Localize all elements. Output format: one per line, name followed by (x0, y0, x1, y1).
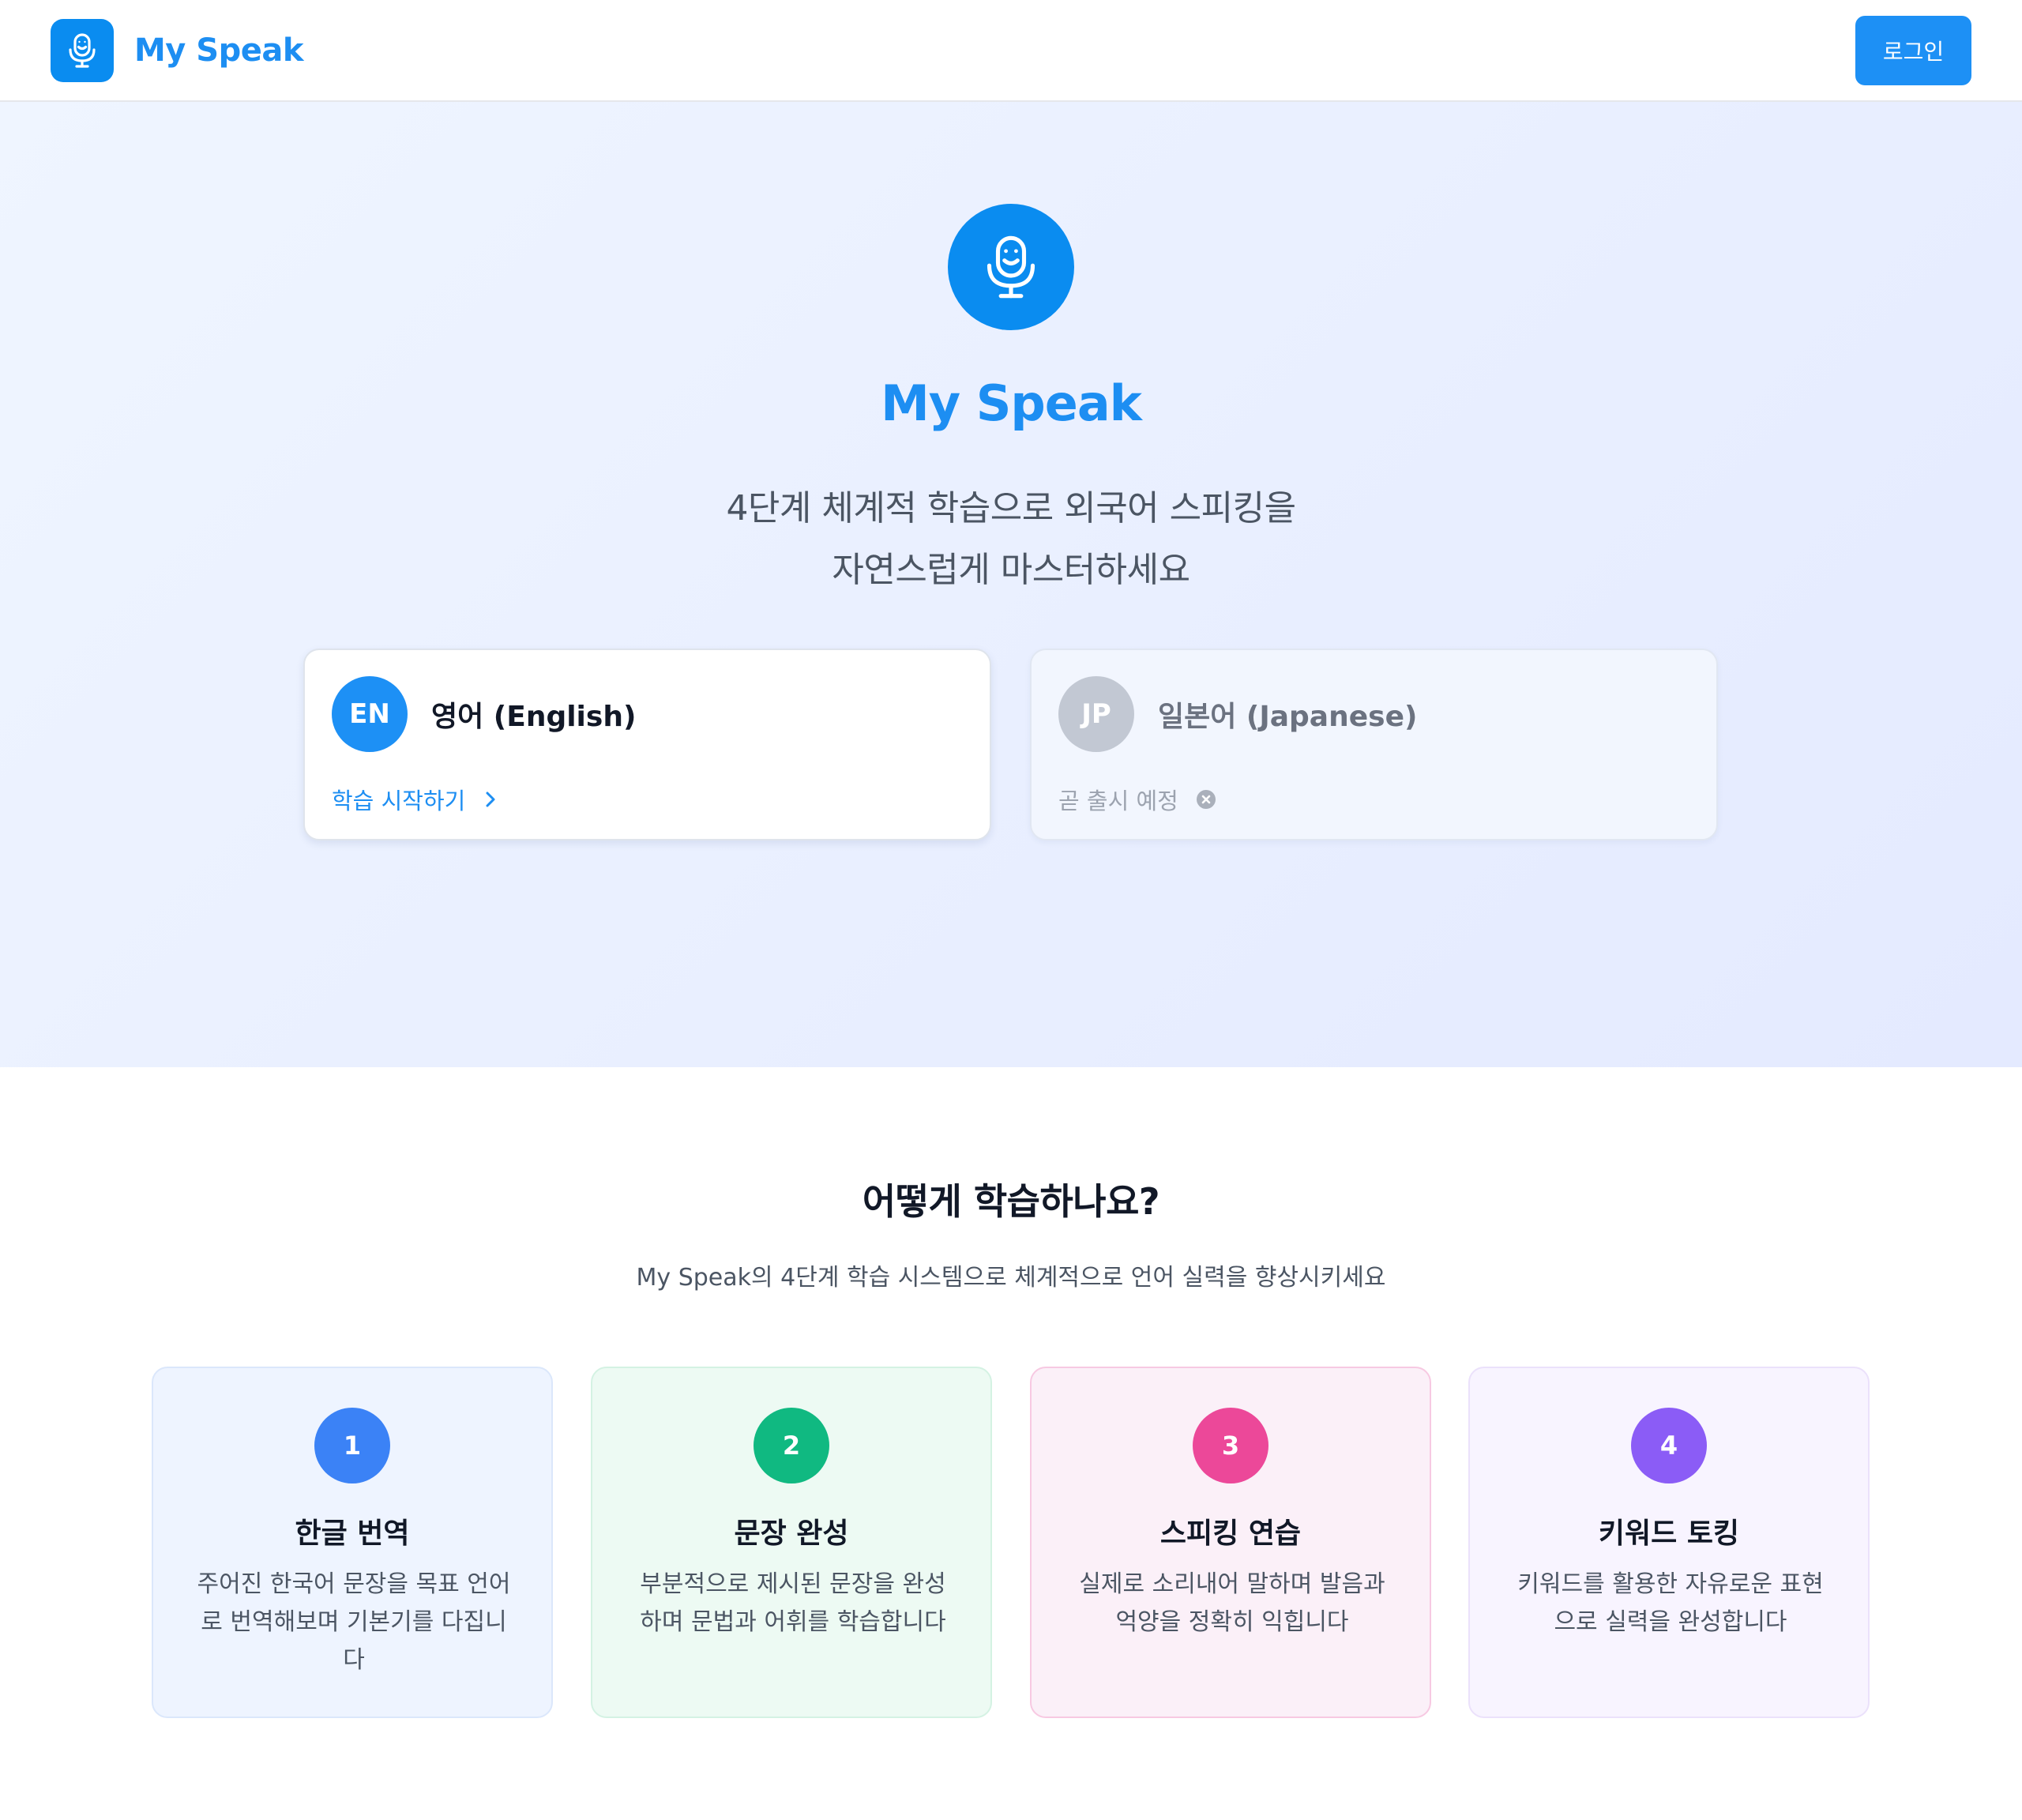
coming-soon-label: 곧 출시 예정 (1058, 788, 1178, 814)
step-description-line: 으로 실력을 완성합니다 (1554, 1608, 1787, 1636)
step-description: 키워드를 활용한 자유로운 표현 으로 실력을 완성합니다 (1509, 1566, 1832, 1641)
step-title: 한글 번역 (295, 1517, 410, 1550)
close-circle-icon (1196, 789, 1216, 810)
chevron-right-icon (483, 790, 498, 809)
start-learning-label: 학습 시작하기 (332, 788, 466, 814)
start-learning-link[interactable]: 학습 시작하기 (332, 783, 498, 816)
brand[interactable]: My Speak (51, 19, 303, 82)
brand-name: My Speak (134, 32, 303, 69)
step-description-line: 억양을 정확히 익힙니다 (1115, 1608, 1349, 1636)
step-number-badge: 4 (1631, 1408, 1707, 1483)
how-subtitle: My Speak의 4단계 학습 시스템으로 체계적으로 언어 실력을 향상시키… (636, 1264, 1386, 1292)
step-description-line: 키워드를 활용한 자유로운 표현 (1517, 1570, 1824, 1598)
language-badge-en: EN (332, 676, 408, 752)
language-card-japanese: JP 일본어 (Japanese) 곧 출시 예정 (1030, 649, 1718, 840)
step-description: 부분적으로 제시된 문장을 완성 하며 문법과 어휘를 학습합니다 (632, 1566, 954, 1641)
step-description-line: 하며 문법과 어휘를 학습합니다 (640, 1608, 946, 1636)
step-description: 주어진 한국어 문장을 목표 언어 로 번역해보며 기본기를 다집니 다 (193, 1566, 515, 1679)
microphone-smile-icon (51, 19, 114, 82)
step-description-line: 다 (343, 1646, 365, 1674)
step-card-translation: 1 한글 번역 주어진 한국어 문장을 목표 언어 로 번역해보며 기본기를 다… (152, 1367, 553, 1718)
microphone-smile-icon (948, 204, 1074, 330)
top-header: My Speak 로그인 (0, 0, 2022, 102)
step-title: 스피킹 연습 (1159, 1517, 1302, 1550)
language-name-english: 영어 (English) (431, 701, 637, 733)
step-title: 키워드 토킹 (1598, 1517, 1740, 1550)
login-button[interactable]: 로그인 (1855, 16, 1971, 85)
step-card-keyword-talking: 4 키워드 토킹 키워드를 활용한 자유로운 표현 으로 실력을 완성합니다 (1468, 1367, 1870, 1718)
step-number-badge: 2 (754, 1408, 829, 1483)
how-title: 어떻게 학습하나요? (862, 1180, 1160, 1223)
hero-subtitle-line1: 4단계 체계적 학습으로 외국어 스피킹을 (726, 488, 1296, 528)
step-description-line: 주어진 한국어 문장을 목표 언어 (197, 1570, 511, 1598)
hero-title: My Speak (881, 374, 1142, 432)
step-description-line: 부분적으로 제시된 문장을 완성 (640, 1570, 946, 1598)
hero-section: My Speak 4단계 체계적 학습으로 외국어 스피킹을 자연스럽게 마스터… (0, 102, 2022, 1067)
step-description-line: 실제로 소리내어 말하며 발음과 (1079, 1570, 1385, 1598)
step-description-line: 로 번역해보며 기본기를 다집니 (201, 1608, 507, 1636)
step-card-sentence-completion: 2 문장 완성 부분적으로 제시된 문장을 완성 하며 문법과 어휘를 학습합니… (591, 1367, 992, 1718)
language-card-english[interactable]: EN 영어 (English) 학습 시작하기 (303, 649, 991, 840)
hero-subtitle-line2: 자연스럽게 마스터하세요 (832, 550, 1190, 590)
language-name-japanese: 일본어 (Japanese) (1158, 701, 1418, 733)
step-title: 문장 완성 (734, 1517, 849, 1550)
step-card-speaking-practice: 3 스피킹 연습 실제로 소리내어 말하며 발음과 억양을 정확히 익힙니다 (1030, 1367, 1431, 1718)
step-description: 실제로 소리내어 말하며 발음과 억양을 정확히 익힙니다 (1071, 1566, 1393, 1641)
coming-soon-status: 곧 출시 예정 (1058, 783, 1216, 816)
language-badge-jp: JP (1058, 676, 1134, 752)
step-number-badge: 3 (1193, 1408, 1268, 1483)
step-number-badge: 1 (314, 1408, 390, 1483)
